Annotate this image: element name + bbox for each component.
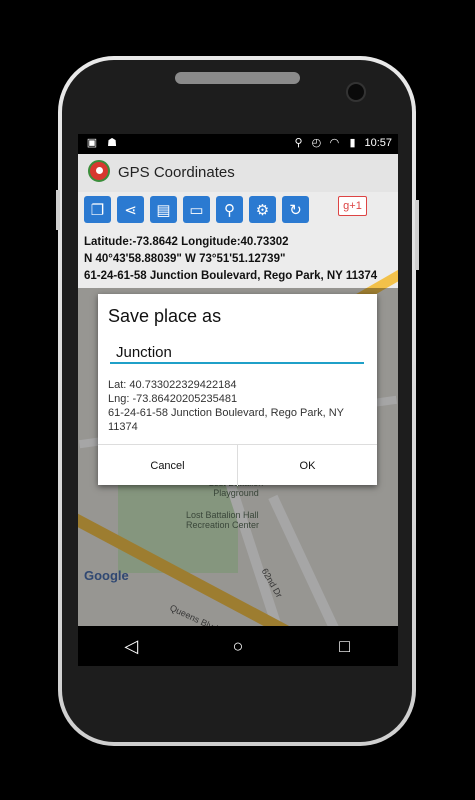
status-time: 10:57 [364,137,392,149]
recents-icon[interactable]: □ [325,631,365,661]
nav-bar: ◁ ○ □ [78,626,398,666]
search-icon[interactable]: ⚲ [216,196,243,223]
coords-dms: N 40°43'58.88039" W 73°51'51.12739" [84,253,286,265]
dialog-lat: Lat: 40.733022329422184 [108,379,237,391]
settings-icon[interactable]: ⚙ [249,196,276,223]
folder-icon[interactable]: ▭ [183,196,210,223]
toolbar: ❐ ⋖ ▤ ▭ ⚲ ⚙ ↻ [84,196,309,223]
dialog-title: Save place as [108,306,222,326]
save-place-dialog: Save place as Lat: 40.733022329422184 Ln… [98,294,377,486]
gplus-button[interactable]: g+1 [338,196,367,216]
screen: ▣ ☗ ⚲ ◴ ◠ ▮ 10:57 GPS Coordinates ❐ ⋖ ▤ … [78,134,398,666]
dialog-buttons: Cancel OK [98,444,377,486]
coordinates-text: Latitude:-73.8642 Longitude:40.73302 N 4… [84,234,377,285]
place-name-input[interactable] [110,342,364,364]
refresh-icon[interactable]: ↻ [282,196,309,223]
coords-address: 61-24-61-58 Junction Boulevard, Rego Par… [84,270,378,282]
dialog-address: 61-24-61-58 Junction Boulevard, Rego Par… [108,407,344,433]
ok-button[interactable]: OK [237,445,377,486]
image-icon: ▣ [86,137,98,149]
status-bar: ▣ ☗ ⚲ ◴ ◠ ▮ 10:57 [78,134,398,154]
location-pin-icon: ⚲ [294,137,303,149]
power-button [56,190,60,230]
app-bar: GPS Coordinates [78,154,398,192]
camera-icon [346,82,366,102]
battery-icon: ▮ [349,137,356,149]
alarm-icon: ◴ [311,137,322,149]
cancel-button[interactable]: Cancel [98,445,237,486]
dialog-info: Lat: 40.733022329422184 Lng: -73.8642020… [108,378,370,434]
home-icon[interactable]: ○ [218,631,258,661]
app-logo-icon [88,160,110,182]
dialog-lng: Lng: -73.86420205235481 [108,393,238,405]
android-icon: ☗ [107,137,117,149]
speaker-grille [175,72,300,84]
volume-button [415,200,419,270]
wifi-icon: ◠ [329,137,340,149]
back-icon[interactable]: ◁ [111,631,151,661]
copy-icon[interactable]: ❐ [84,196,111,223]
share-icon[interactable]: ⋖ [117,196,144,223]
app-title: GPS Coordinates [118,164,235,181]
save-icon[interactable]: ▤ [150,196,177,223]
coords-latlng: Latitude:-73.8642 Longitude:40.73302 [84,236,289,248]
